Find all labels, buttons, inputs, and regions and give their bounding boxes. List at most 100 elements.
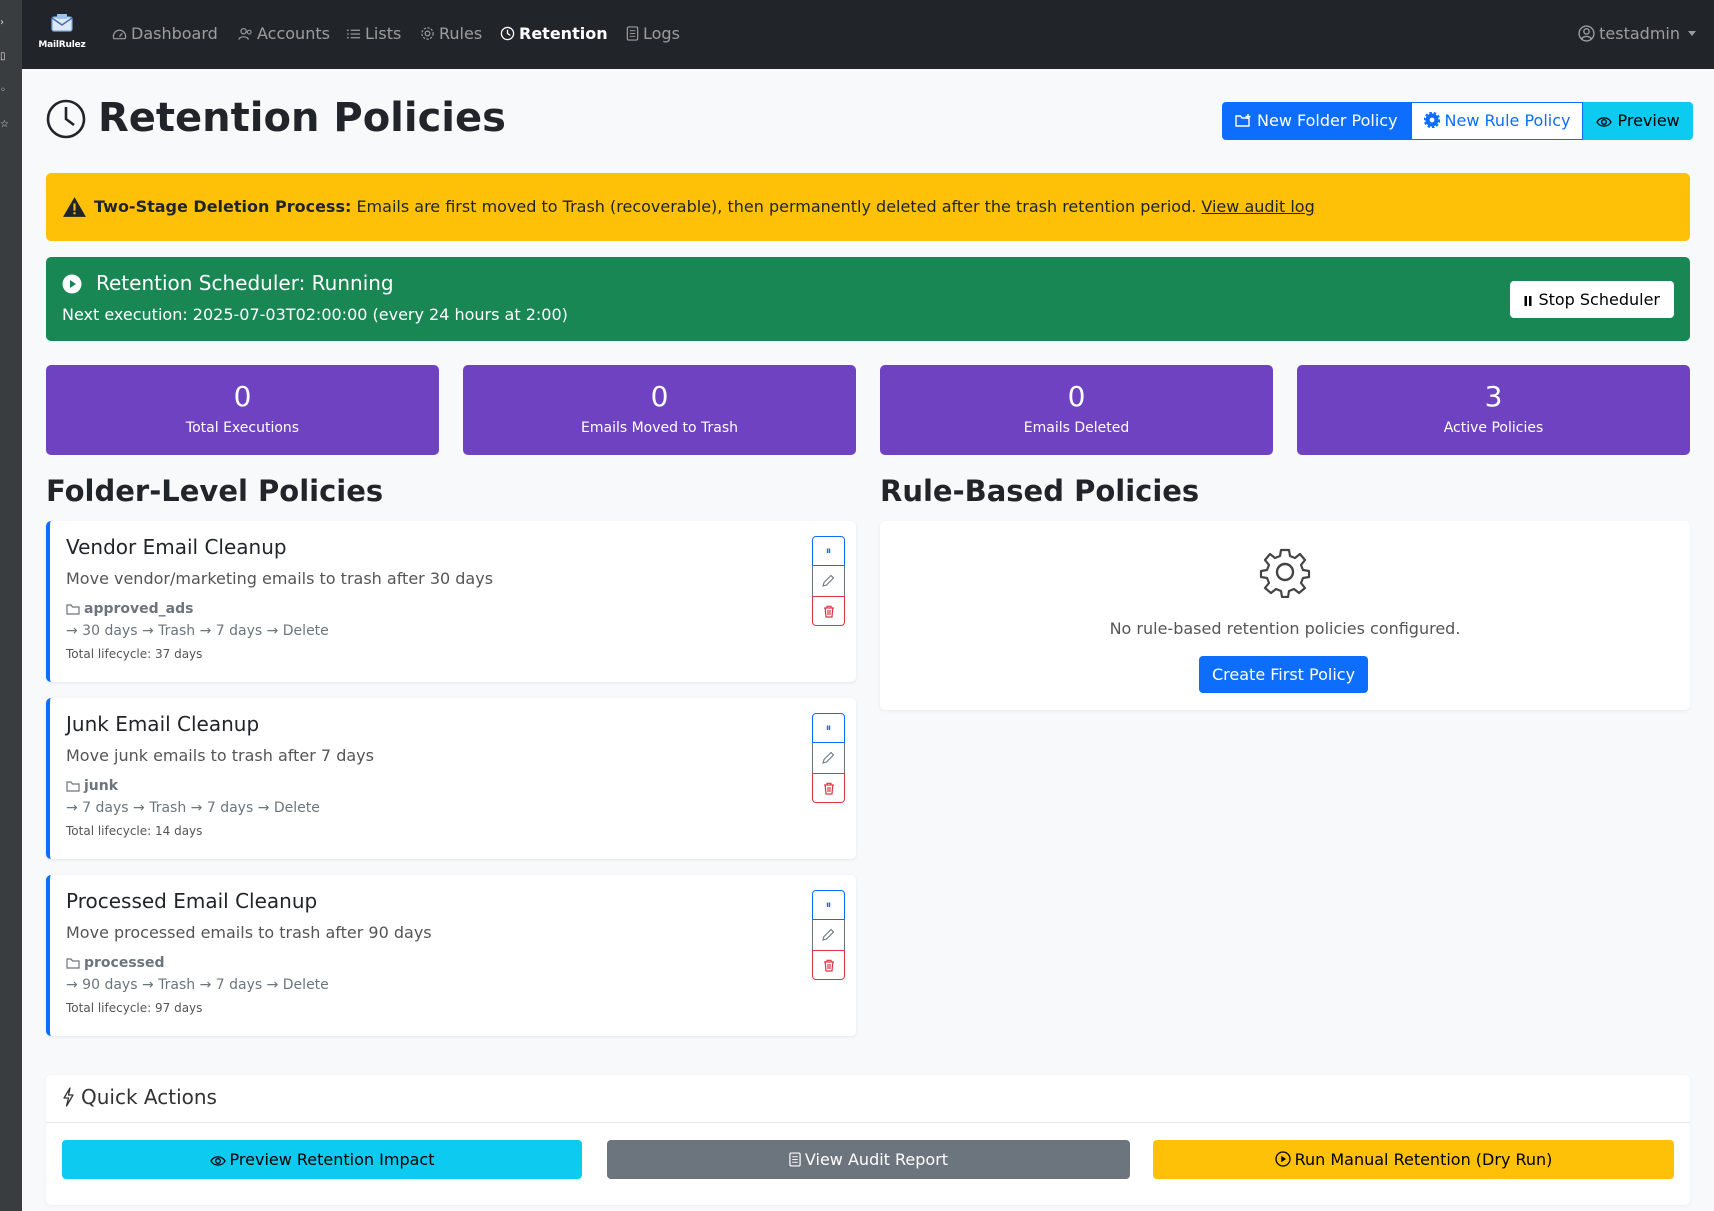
folder-policy-card: Junk Email Cleanup Move junk emails to t… <box>46 698 856 859</box>
stat-value: 0 <box>1067 380 1086 413</box>
play-circle-icon <box>1274 1151 1291 1167</box>
nav-logs-label: Logs <box>643 24 680 43</box>
folder-policy-card: Vendor Email Cleanup Move vendor/marketi… <box>46 521 856 682</box>
header-button-group: New Folder Policy New Rule Policy Previe… <box>1222 102 1693 140</box>
pause-policy-button[interactable]: ⏸ <box>812 536 845 566</box>
nav-dashboard[interactable]: Dashboard <box>112 21 218 47</box>
document-icon <box>789 1152 801 1167</box>
create-first-policy-button[interactable]: Create First Policy <box>1199 656 1369 693</box>
policy-flow: → 7 days → Trash → 7 days → Delete <box>66 800 320 816</box>
policy-folder-name: approved_ads <box>84 601 194 617</box>
brand-logo[interactable]: MailRulez <box>37 14 87 54</box>
edit-policy-button[interactable] <box>812 566 845 596</box>
preview-button[interactable]: Preview <box>1583 102 1693 140</box>
policy-actions: ⏸ <box>812 536 845 626</box>
new-rule-policy-label: New Rule Policy <box>1444 111 1571 130</box>
gear-icon <box>1259 548 1311 598</box>
envelope-logo-icon <box>51 14 73 32</box>
delete-policy-button[interactable] <box>812 773 845 803</box>
pause-icon: ⏸ <box>825 898 832 911</box>
preview-retention-impact-button[interactable]: Preview Retention Impact <box>62 1140 582 1179</box>
policy-lifecycle: Total lifecycle: 97 days <box>66 1001 203 1015</box>
nav-accounts[interactable]: Accounts <box>238 21 330 47</box>
page-title-text: Retention Policies <box>98 95 506 141</box>
stat-value: 0 <box>233 380 252 413</box>
stop-scheduler-button[interactable]: Stop Scheduler <box>1510 281 1674 318</box>
rule-policies-empty-text: No rule-based retention policies configu… <box>1109 619 1461 638</box>
pencil-icon <box>822 928 835 941</box>
quick-actions-title-text: Quick Actions <box>81 1085 217 1109</box>
alert-title: Two-Stage Deletion Process: <box>94 197 352 216</box>
nav-retention[interactable]: Retention <box>500 21 608 47</box>
alert-text: Emails are first moved to Trash (recover… <box>351 197 1202 216</box>
quick-actions-title: Quick Actions <box>62 1085 217 1109</box>
pause-icon: ⏸ <box>825 544 832 557</box>
chevron-down-icon <box>1688 31 1696 36</box>
people-icon <box>238 27 252 40</box>
policy-actions: ⏸ <box>812 890 845 980</box>
policy-lifecycle: Total lifecycle: 14 days <box>66 824 203 838</box>
folder-icon <box>66 781 80 792</box>
new-folder-policy-button[interactable]: New Folder Policy <box>1222 102 1411 140</box>
stat-value: 0 <box>650 380 669 413</box>
stat-value: 3 <box>1484 380 1503 413</box>
left-side-strip: › ▯ ◦ ☆ <box>0 0 22 1211</box>
policy-folder-name: processed <box>84 955 165 971</box>
delete-policy-button[interactable] <box>812 596 845 626</box>
stat-label: Active Policies <box>1443 420 1544 436</box>
speedometer-icon <box>112 29 127 40</box>
nav-rules[interactable]: Rules <box>420 21 482 47</box>
view-audit-report-button[interactable]: View Audit Report <box>607 1140 1130 1179</box>
edit-policy-button[interactable] <box>812 920 845 950</box>
policy-name: Vendor Email Cleanup <box>66 535 287 559</box>
nav-logs[interactable]: Logs <box>626 21 680 47</box>
pause-policy-button[interactable]: ⏸ <box>812 713 845 743</box>
policy-folder: processed <box>66 955 165 971</box>
play-circle-icon <box>62 274 82 294</box>
new-folder-policy-label: New Folder Policy <box>1257 111 1398 130</box>
nav-dashboard-label: Dashboard <box>131 24 218 43</box>
run-manual-retention-button[interactable]: Run Manual Retention (Dry Run) <box>1153 1140 1674 1179</box>
gear-fill-icon <box>1423 111 1440 129</box>
lightning-icon <box>63 1087 74 1107</box>
rule-policies-title: Rule-Based Policies <box>880 474 1200 508</box>
policy-folder: junk <box>66 778 118 794</box>
clock-icon <box>500 26 515 41</box>
new-rule-policy-button[interactable]: New Rule Policy <box>1410 102 1584 140</box>
trash-icon <box>823 782 834 795</box>
user-circle-icon <box>1578 25 1595 42</box>
list-icon <box>346 29 361 39</box>
trash-icon <box>823 959 834 972</box>
policy-name: Junk Email Cleanup <box>66 712 260 736</box>
folder-icon <box>66 604 80 615</box>
edit-policy-button[interactable] <box>812 743 845 773</box>
nav-lists-label: Lists <box>365 24 402 43</box>
policy-folder-name: junk <box>84 778 119 794</box>
document-icon <box>626 26 639 41</box>
side-arrow-icon: › <box>0 17 4 28</box>
brand-text: MailRulez <box>38 40 86 50</box>
policy-description: Move junk emails to trash after 7 days <box>66 746 374 765</box>
two-stage-deletion-alert: Two-Stage Deletion Process: Emails are f… <box>46 173 1690 241</box>
policy-description: Move processed emails to trash after 90 … <box>66 923 432 942</box>
pause-icon <box>1524 296 1532 306</box>
user-name: testadmin <box>1599 24 1680 43</box>
rule-policies-empty-card: No rule-based retention policies configu… <box>880 521 1690 710</box>
nav-lists[interactable]: Lists <box>346 21 401 47</box>
stat-active-policies: 3 Active Policies <box>1297 365 1690 455</box>
delete-policy-button[interactable] <box>812 950 845 980</box>
pause-policy-button[interactable]: ⏸ <box>812 890 845 920</box>
stop-scheduler-label: Stop Scheduler <box>1538 290 1660 309</box>
side-doc-icon: ▯ <box>0 51 6 62</box>
stat-label: Emails Deleted <box>1023 420 1130 436</box>
policy-description: Move vendor/marketing emails to trash af… <box>66 569 494 588</box>
folder-plus-icon <box>1235 114 1251 127</box>
user-menu-dropdown[interactable]: testadmin <box>1578 21 1696 47</box>
stat-emails-moved-to-trash: 0 Emails Moved to Trash <box>463 365 856 455</box>
view-audit-log-link[interactable]: View audit log <box>1201 197 1314 216</box>
page-title: Retention Policies <box>46 90 506 146</box>
top-navbar: MailRulez Dashboard Accounts Lists Rules… <box>22 0 1714 69</box>
side-star-icon: ☆ <box>0 119 9 130</box>
scheduler-status-panel: Retention Scheduler: Running Next execut… <box>46 257 1690 341</box>
stat-emails-deleted: 0 Emails Deleted <box>880 365 1273 455</box>
